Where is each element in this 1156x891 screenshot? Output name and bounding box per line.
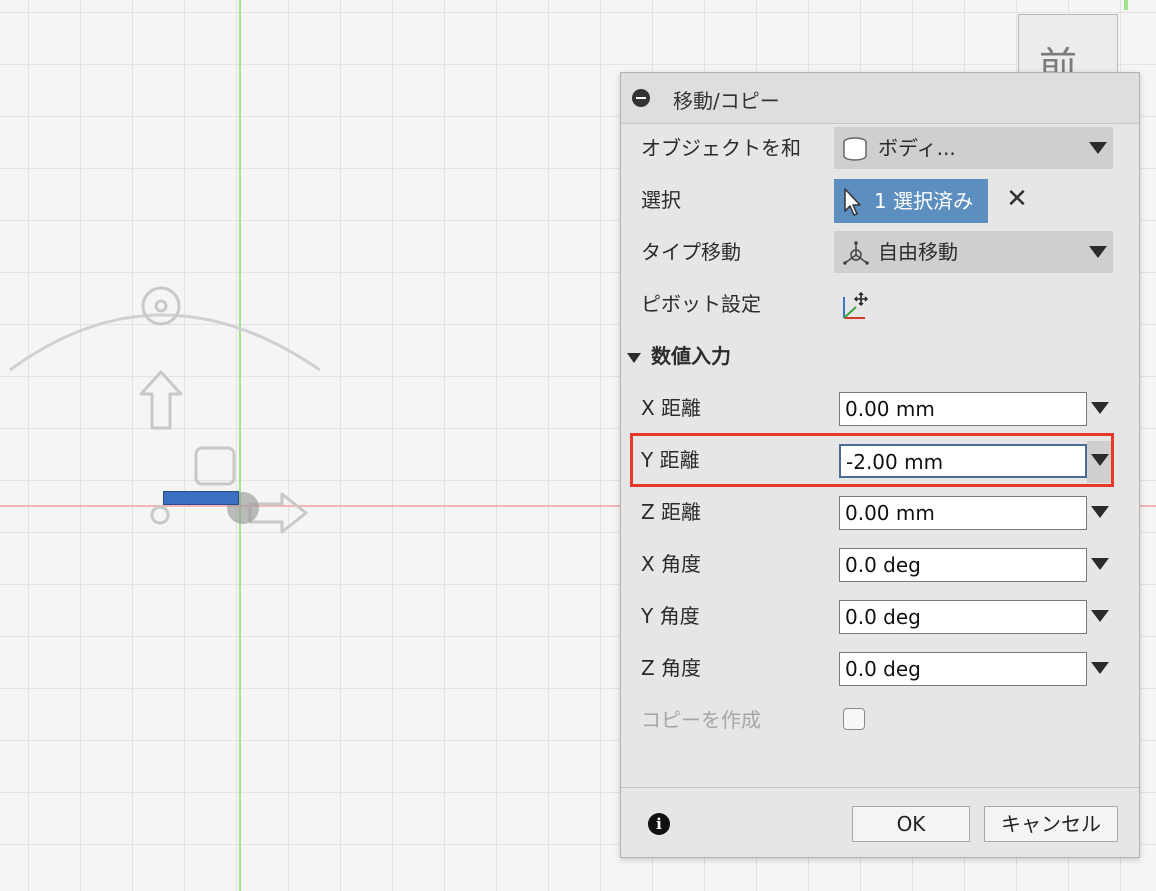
dialog-footer: i OK キャンセル	[621, 787, 1139, 858]
chevron-down-icon[interactable]	[1091, 506, 1109, 518]
selected-body[interactable]	[163, 491, 239, 505]
dialog-header: 移動/コピー	[621, 73, 1139, 124]
move-type-row: タイプ移動 自由移動	[621, 229, 1141, 275]
cursor-arrow-icon	[844, 188, 861, 216]
rotate-handle-icon	[141, 286, 181, 326]
ok-button[interactable]: OK	[852, 806, 970, 842]
x-distance-label: X 距離	[641, 396, 702, 420]
z-angle-input[interactable]: 0.0 deg	[839, 652, 1087, 686]
selection-row: 選択 1 選択済み ✕	[621, 177, 1141, 223]
clear-selection-icon[interactable]: ✕	[1005, 185, 1029, 213]
y-angle-label: Y 角度	[641, 604, 700, 628]
numeric-section-header[interactable]: 数値入力	[627, 333, 731, 379]
pivot-label: ピボット設定	[641, 292, 761, 316]
z-angle-row: Z 角度 0.0 deg	[621, 645, 1141, 691]
pivot-set-icon[interactable]	[841, 291, 871, 321]
body-cylinder-icon	[843, 137, 867, 161]
move-type-dropdown[interactable]: 自由移動	[834, 231, 1113, 273]
origin-handle-icon	[150, 505, 170, 525]
create-copy-row: コピーを作成	[621, 697, 1141, 743]
cancel-button[interactable]: キャンセル	[984, 806, 1118, 842]
x-angle-input[interactable]: 0.0 deg	[839, 548, 1087, 582]
x-angle-label: X 角度	[641, 552, 702, 576]
y-angle-row: Y 角度 0.0 deg	[621, 593, 1141, 639]
move-type-value: 自由移動	[878, 240, 958, 264]
plane-handle-icon	[194, 446, 236, 486]
object-type-row: オブジェクトを和 ボディ...	[621, 125, 1141, 171]
pivot-row: ピボット設定	[621, 281, 1141, 327]
axis-tick-mark	[1124, 0, 1128, 10]
numeric-section-row[interactable]: 数値入力	[621, 333, 1141, 379]
info-icon[interactable]: i	[648, 813, 670, 835]
move-gizmo[interactable]	[0, 260, 340, 550]
object-type-value: ボディ...	[878, 136, 956, 160]
x-distance-row: X 距離 0.00 mm	[621, 385, 1141, 431]
move-right-arrow-icon	[248, 492, 308, 534]
chevron-down-icon[interactable]	[1091, 610, 1109, 622]
z-distance-row: Z 距離 0.00 mm	[621, 489, 1141, 535]
selection-button[interactable]: 1 選択済み	[834, 179, 988, 223]
object-type-dropdown[interactable]: ボディ...	[834, 127, 1113, 169]
object-type-label: オブジェクトを和	[641, 136, 801, 160]
x-angle-row: X 角度 0.0 deg	[621, 541, 1141, 587]
dialog-title: 移動/コピー	[673, 89, 780, 113]
create-copy-label: コピーを作成	[641, 708, 761, 732]
z-distance-input[interactable]: 0.00 mm	[839, 496, 1087, 530]
z-distance-label: Z 距離	[641, 500, 702, 524]
move-up-arrow-icon	[139, 370, 183, 430]
create-copy-checkbox[interactable]	[843, 708, 865, 730]
move-type-label: タイプ移動	[641, 240, 741, 264]
highlight-annotation	[630, 433, 1114, 487]
chevron-down-icon	[1089, 246, 1107, 258]
triangle-down-icon	[627, 352, 641, 363]
collapse-icon[interactable]	[632, 89, 650, 107]
selection-label: 選択	[641, 188, 681, 212]
chevron-down-icon[interactable]	[1091, 402, 1109, 414]
z-angle-label: Z 角度	[641, 656, 702, 680]
chevron-down-icon[interactable]	[1091, 662, 1109, 674]
free-move-triad-icon	[843, 241, 869, 265]
chevron-down-icon	[1089, 142, 1107, 154]
y-angle-input[interactable]: 0.0 deg	[839, 600, 1087, 634]
selection-count: 1 選択済み	[874, 189, 974, 213]
numeric-section-label: 数値入力	[651, 344, 731, 368]
chevron-down-icon[interactable]	[1091, 558, 1109, 570]
x-distance-input[interactable]: 0.00 mm	[839, 392, 1087, 426]
